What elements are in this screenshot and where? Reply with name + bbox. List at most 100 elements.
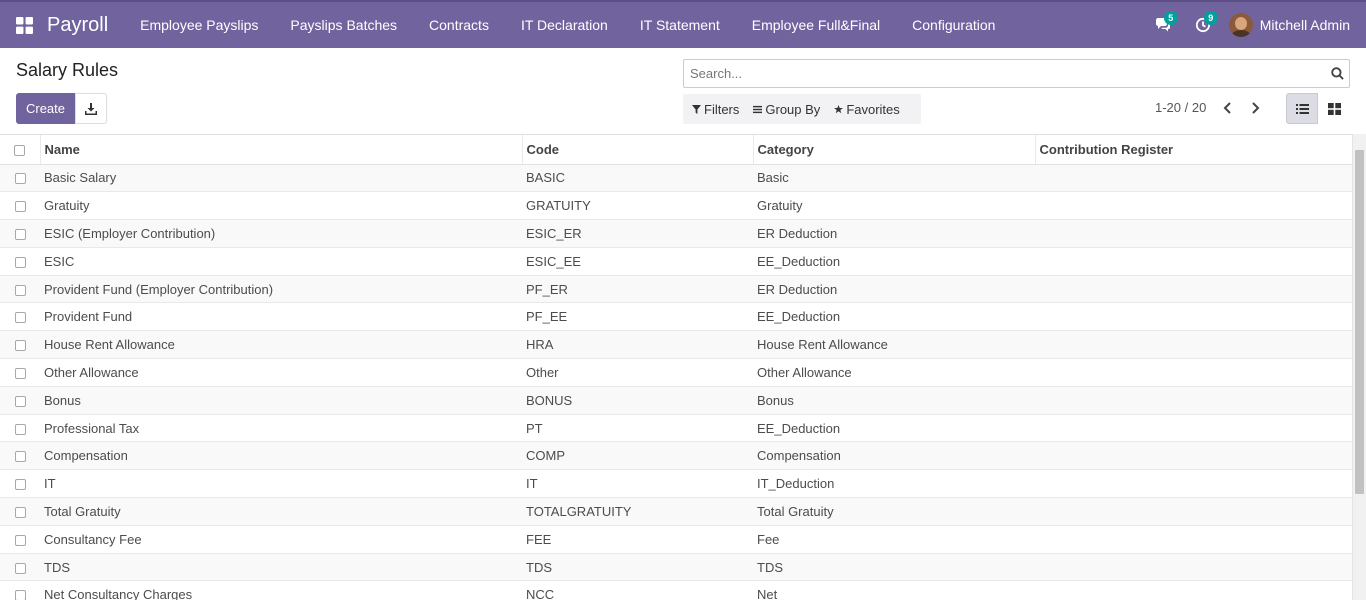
cell-name[interactable]: Gratuity (40, 191, 522, 221)
table-row[interactable]: House Rent Allowance HRA House Rent Allowa… (0, 330, 1352, 360)
cell-code[interactable]: TDS (522, 553, 753, 582)
cell-code[interactable]: IT (522, 469, 753, 499)
cell-name[interactable]: IT (40, 469, 522, 499)
cell-code[interactable]: Other (522, 358, 753, 387)
list-view-button[interactable] (1286, 93, 1318, 124)
row-checkbox[interactable] (14, 340, 26, 352)
row-checkbox[interactable] (14, 312, 26, 324)
cell-category[interactable]: Other Allowance (753, 358, 1035, 387)
scrollbar-thumb[interactable] (1355, 150, 1364, 494)
table-row[interactable]: Net Consultancy Charges NCC Net (0, 580, 1352, 600)
row-checkbox[interactable] (14, 201, 26, 213)
cell-category[interactable]: Net (753, 580, 1035, 600)
row-checkbox[interactable] (14, 534, 26, 546)
cell-name[interactable]: ESIC (40, 247, 522, 276)
cell-code[interactable]: GRATUITY (522, 191, 753, 221)
cell-category[interactable]: Basic (753, 164, 1035, 193)
cell-code[interactable]: BASIC (522, 164, 753, 193)
cell-category[interactable]: EE_Deduction (753, 247, 1035, 276)
cell-code[interactable]: ESIC_ER (522, 219, 753, 248)
select-all-checkbox[interactable] (14, 144, 26, 156)
cell-name[interactable]: Total Gratuity (40, 497, 522, 526)
cell-contribution-register[interactable] (1035, 469, 1352, 499)
cell-name[interactable]: TDS (40, 553, 522, 582)
table-row[interactable]: IT IT IT_Deduction (0, 469, 1352, 499)
table-row[interactable]: Bonus BONUS Bonus (0, 386, 1352, 415)
column-header-category[interactable]: Category (753, 135, 1036, 165)
cell-name[interactable]: Compensation (40, 441, 522, 471)
table-row[interactable]: Consultancy Fee FEE Fee (0, 525, 1352, 554)
cell-category[interactable]: TDS (753, 553, 1035, 582)
cell-name[interactable]: House Rent Allowance (40, 330, 522, 360)
cell-contribution-register[interactable] (1035, 191, 1352, 221)
cell-code[interactable]: COMP (522, 441, 753, 471)
groupby-dropdown[interactable]: Group By (744, 94, 825, 124)
cell-category[interactable]: EE_Deduction (753, 302, 1035, 332)
vertical-scrollbar[interactable] (1352, 134, 1366, 600)
cell-contribution-register[interactable] (1035, 164, 1352, 193)
cell-name[interactable]: ESIC (Employer Contribution) (40, 219, 522, 248)
row-checkbox[interactable] (14, 507, 26, 519)
cell-contribution-register[interactable] (1035, 580, 1352, 600)
cell-code[interactable]: FEE (522, 525, 753, 554)
cell-contribution-register[interactable] (1035, 414, 1352, 443)
cell-category[interactable]: Compensation (753, 441, 1035, 471)
table-row[interactable]: ESIC (Employer Contribution) ESIC_ER ER De… (0, 219, 1352, 248)
row-checkbox[interactable] (14, 229, 26, 241)
cell-contribution-register[interactable] (1035, 275, 1352, 304)
row-checkbox[interactable] (14, 590, 26, 600)
row-checkbox[interactable] (14, 451, 26, 463)
cell-name[interactable]: Professional Tax (40, 414, 522, 443)
app-brand[interactable]: Payroll (47, 14, 108, 37)
menu-it-statement[interactable]: IT Statement (624, 2, 736, 48)
table-row[interactable]: Provident Fund (Employer Contribution) PF… (0, 275, 1352, 304)
cell-contribution-register[interactable] (1035, 358, 1352, 387)
column-header-contribution-register[interactable]: Contribution Register (1035, 135, 1352, 165)
activities-button[interactable]: 9 (1183, 2, 1223, 48)
cell-code[interactable]: BONUS (522, 386, 753, 415)
cell-code[interactable]: PF_ER (522, 275, 753, 304)
menu-employee-full-final[interactable]: Employee Full&Final (736, 2, 896, 48)
cell-name[interactable]: Provident Fund (40, 302, 522, 332)
cell-name[interactable]: Net Consultancy Charges (40, 580, 522, 600)
row-checkbox[interactable] (14, 479, 26, 491)
favorites-dropdown[interactable]: Favorites (825, 94, 904, 124)
row-checkbox[interactable] (14, 256, 26, 268)
row-checkbox[interactable] (14, 284, 26, 296)
search-input[interactable] (684, 60, 1325, 87)
cell-contribution-register[interactable] (1035, 247, 1352, 276)
cell-contribution-register[interactable] (1035, 330, 1352, 360)
cell-name[interactable]: Consultancy Fee (40, 525, 522, 554)
cell-code[interactable]: HRA (522, 330, 753, 360)
cell-category[interactable]: Fee (753, 525, 1035, 554)
apps-menu-icon[interactable] (0, 2, 48, 48)
cell-category[interactable]: ER Deduction (753, 275, 1035, 304)
cell-category[interactable]: Gratuity (753, 191, 1035, 221)
kanban-view-button[interactable] (1318, 93, 1350, 124)
table-row[interactable]: ESIC ESIC_EE EE_Deduction (0, 247, 1352, 276)
table-row[interactable]: Basic Salary BASIC Basic (0, 164, 1352, 193)
menu-it-declaration[interactable]: IT Declaration (505, 2, 624, 48)
filters-dropdown[interactable]: Filters (683, 94, 744, 124)
cell-code[interactable]: ESIC_EE (522, 247, 753, 276)
cell-name[interactable]: Bonus (40, 386, 522, 415)
cell-category[interactable]: EE_Deduction (753, 414, 1035, 443)
cell-name[interactable]: Provident Fund (Employer Contribution) (40, 275, 522, 304)
cell-category[interactable]: House Rent Allowance (753, 330, 1035, 360)
table-row[interactable]: Other Allowance Other Other Allowance (0, 358, 1352, 387)
row-checkbox[interactable] (14, 423, 26, 435)
menu-configuration[interactable]: Configuration (896, 2, 1011, 48)
table-row[interactable]: Compensation COMP Compensation (0, 441, 1352, 471)
table-row[interactable]: Gratuity GRATUITY Gratuity (0, 191, 1352, 221)
cell-category[interactable]: Bonus (753, 386, 1035, 415)
cell-contribution-register[interactable] (1035, 302, 1352, 332)
table-row[interactable]: Provident Fund PF_EE EE_Deduction (0, 302, 1352, 332)
pager-value[interactable]: 1-20 / 20 (1155, 100, 1206, 115)
cell-category[interactable]: IT_Deduction (753, 469, 1035, 499)
column-header-name[interactable]: Name (40, 135, 523, 165)
column-header-code[interactable]: Code (522, 135, 754, 165)
menu-employee-payslips[interactable]: Employee Payslips (124, 2, 274, 48)
cell-name[interactable]: Basic Salary (40, 164, 522, 193)
create-button[interactable]: Create (16, 93, 75, 124)
cell-code[interactable]: TOTALGRATUITY (522, 497, 753, 526)
